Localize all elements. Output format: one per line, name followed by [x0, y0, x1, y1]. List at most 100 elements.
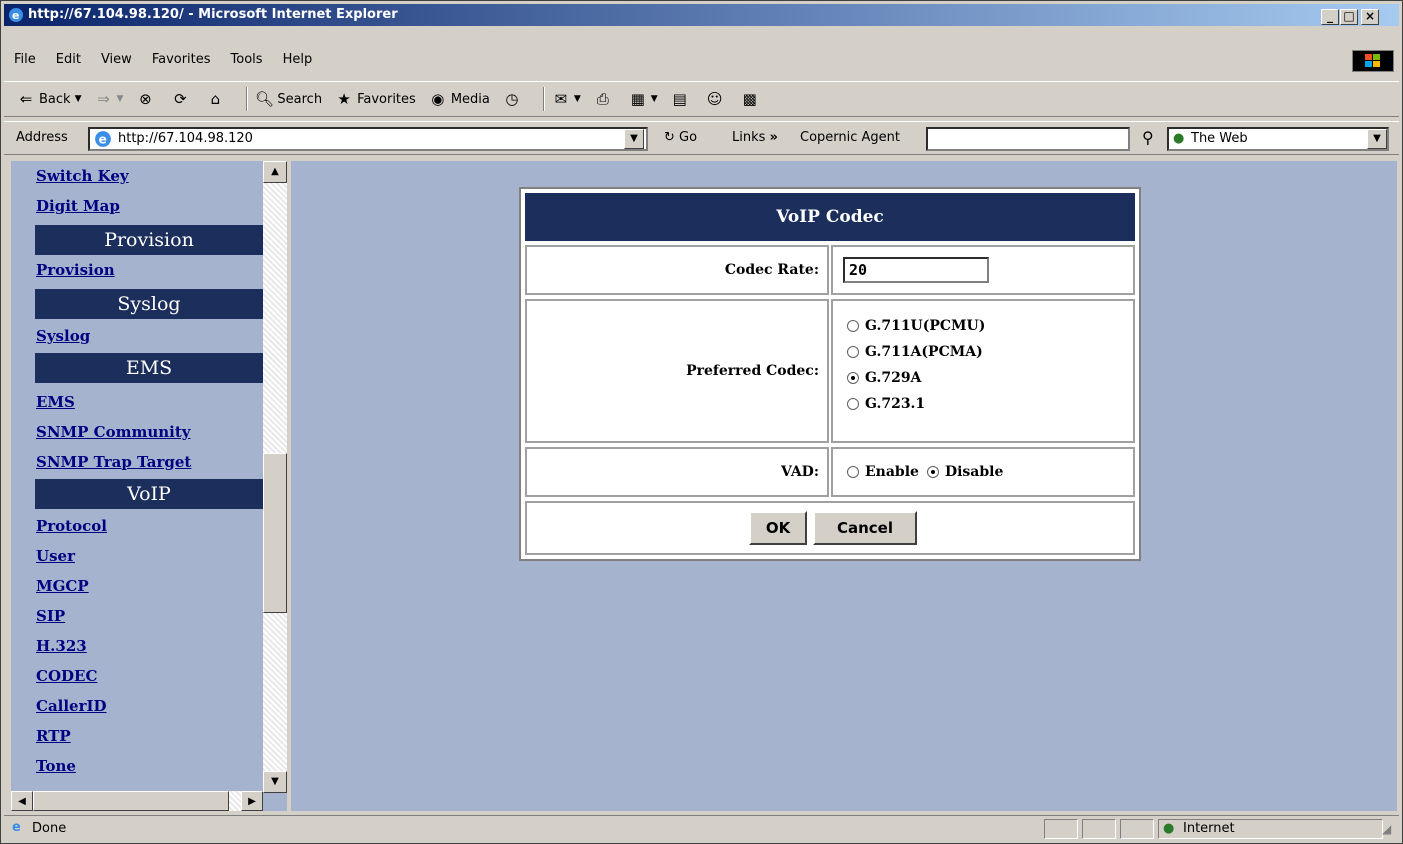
messenger-icon: ☺	[706, 90, 723, 108]
close-button[interactable]: ×	[1361, 9, 1379, 25]
navigation-frame: Switch Key Digit Map Provision Provision Sys…	[11, 161, 289, 811]
vad-option[interactable]: Disable	[926, 464, 1003, 480]
minimize-button[interactable]: _	[1321, 9, 1339, 25]
scroll-up-button[interactable]: ▲	[263, 161, 287, 183]
vad-radio[interactable]	[847, 466, 859, 478]
nav-link-protocol[interactable]: Protocol	[36, 517, 107, 535]
codec-radio[interactable]	[847, 320, 859, 332]
scroll-thumb[interactable]	[263, 453, 287, 613]
nav-link-mgcp[interactable]: MGCP	[36, 577, 89, 595]
vad-options: Enable Disable	[831, 447, 1135, 497]
form-title: VoIP Codec	[525, 193, 1135, 241]
copernic-search-input[interactable]	[926, 127, 1130, 151]
horizontal-scroll-thumb[interactable]	[33, 791, 229, 811]
messenger-button[interactable]: ☺	[705, 89, 728, 109]
codec-option[interactable]: G.723.1	[847, 391, 1133, 417]
codec-option-label: G.711A(PCMA)	[865, 344, 983, 360]
history-button[interactable]: ◷	[502, 89, 525, 109]
page-status-icon: e	[12, 820, 21, 835]
cancel-button[interactable]: Cancel	[813, 511, 917, 545]
vad-option[interactable]: Enable	[847, 464, 919, 480]
ok-button[interactable]: OK	[749, 511, 807, 545]
scroll-down-button[interactable]: ▼	[263, 771, 287, 793]
back-arrow-icon: ⇐	[19, 90, 33, 108]
page-icon: e	[95, 131, 111, 147]
nav-link-user[interactable]: User	[36, 547, 75, 565]
nav-link-h-323[interactable]: H.323	[36, 637, 87, 655]
menu-help[interactable]: Help	[273, 47, 323, 73]
favorites-button[interactable]: ★ Favorites	[334, 89, 415, 109]
nav-link-callerid[interactable]: CallerID	[36, 697, 107, 715]
windows-logo-icon	[1352, 50, 1394, 72]
discuss-button[interactable]: ▤	[670, 89, 693, 109]
search-icon: 🔍︎	[254, 90, 274, 108]
toolbar-separator	[246, 87, 249, 111]
home-button[interactable]: ⌂	[205, 89, 228, 109]
vad-radio[interactable]	[926, 466, 939, 478]
nav-link-switch-key[interactable]: Switch Key	[36, 167, 129, 185]
toolbar-separator	[542, 87, 545, 111]
codec-option[interactable]: G.729A	[847, 365, 1133, 391]
media-icon: ◉	[431, 90, 445, 108]
codec-radio[interactable]	[847, 372, 859, 384]
nav-link-rtp[interactable]: RTP	[36, 727, 71, 745]
media-button[interactable]: ◉ Media	[428, 89, 490, 109]
nav-link-provision[interactable]: Provision	[36, 261, 115, 279]
menu-favorites[interactable]: Favorites	[142, 47, 221, 73]
history-icon: ◷	[505, 90, 519, 108]
nav-link-codec[interactable]: CODEC	[36, 667, 97, 685]
horizontal-scrollbar[interactable]: ◀ ▶	[11, 791, 263, 811]
maximize-button[interactable]: □	[1340, 9, 1358, 25]
discuss-icon: ▤	[672, 90, 687, 108]
links-button[interactable]: Links »	[732, 130, 778, 145]
refresh-button[interactable]: ⟳	[170, 89, 193, 109]
standard-toolbar: ⇐ Back ▼ ⇒ ▼ ⊗ ⟳ ⌂ 🔍︎ Search ★ Favorites ◉ Med…	[4, 81, 1399, 117]
mail-button[interactable]: ✉ ▼	[551, 89, 581, 109]
nav-link-syslog[interactable]: Syslog	[36, 327, 90, 345]
content-frame: VoIP Codec Codec Rate: Preferred Codec: …	[291, 161, 1397, 811]
codec-radio[interactable]	[847, 398, 859, 410]
vertical-scrollbar[interactable]: ▲ ▼	[263, 161, 287, 793]
back-button[interactable]: ⇐ Back ▼	[16, 89, 82, 109]
address-label: Address	[16, 130, 68, 145]
vad-label: VAD:	[525, 447, 829, 497]
find-icon[interactable]: ⚲	[1142, 128, 1154, 147]
codec-option-label: G.723.1	[865, 396, 926, 412]
codec-radio[interactable]	[847, 346, 859, 358]
address-input[interactable]: e http://67.104.98.120	[88, 127, 648, 151]
nav-link-snmp-trap-target[interactable]: SNMP Trap Target	[36, 453, 191, 471]
menu-edit[interactable]: Edit	[46, 47, 91, 73]
scroll-right-button[interactable]: ▶	[241, 791, 263, 811]
search-scope-dropdown-button[interactable]: ▼	[1367, 129, 1387, 149]
research-button[interactable]: ▩	[740, 89, 763, 109]
codec-rate-input[interactable]	[843, 257, 989, 283]
menu-file[interactable]: File	[4, 47, 46, 73]
forward-button[interactable]: ⇒ ▼	[93, 89, 123, 109]
title-bar[interactable]: e http://67.104.98.120/ - Microsoft Inte…	[4, 4, 1399, 26]
codec-option[interactable]: G.711A(PCMA)	[847, 339, 1133, 365]
menu-bar: File Edit View Favorites Tools Help	[4, 47, 322, 73]
menu-view[interactable]: View	[91, 47, 142, 73]
codec-option-label: G.711U(PCMU)	[865, 318, 986, 334]
search-scope-select[interactable]: ● The Web	[1167, 127, 1389, 151]
edit-button[interactable]: ▦ ▼	[628, 89, 658, 109]
favorites-icon: ★	[337, 90, 351, 108]
nav-link-ems[interactable]: EMS	[36, 393, 75, 411]
scroll-left-button[interactable]: ◀	[11, 791, 33, 811]
address-dropdown-button[interactable]: ▼	[624, 129, 644, 149]
research-icon: ▩	[742, 90, 757, 108]
search-button[interactable]: 🔍︎ Search	[254, 89, 322, 109]
nav-link-snmp-community[interactable]: SNMP Community	[36, 423, 191, 441]
stop-button[interactable]: ⊗	[135, 89, 158, 109]
nav-link-digit-map[interactable]: Digit Map	[36, 197, 120, 215]
print-button[interactable]: ⎙	[593, 89, 616, 109]
nav-link-sip[interactable]: SIP	[36, 607, 65, 625]
address-bar: Address e http://67.104.98.120 ▼ ↻ Go Li…	[4, 121, 1399, 155]
go-button[interactable]: ↻ Go	[664, 130, 697, 145]
nav-link-tone[interactable]: Tone	[36, 757, 76, 775]
form-actions: OK Cancel	[525, 501, 1135, 555]
home-icon: ⌂	[210, 90, 221, 108]
menu-tools[interactable]: Tools	[221, 47, 273, 73]
codec-option[interactable]: G.711U(PCMU)	[847, 313, 1133, 339]
resize-grip-icon[interactable]: ◢	[1382, 822, 1391, 836]
